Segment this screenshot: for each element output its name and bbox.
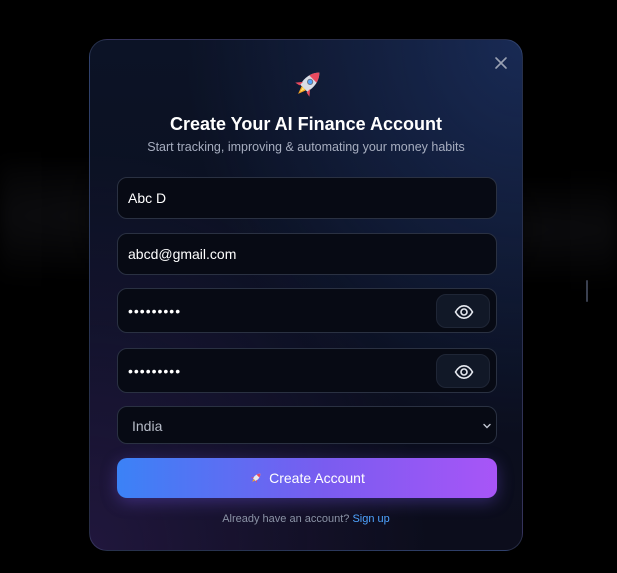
password-field bbox=[117, 288, 497, 333]
name-input[interactable] bbox=[118, 178, 496, 218]
create-account-button[interactable]: Create Account bbox=[117, 458, 497, 498]
close-icon bbox=[495, 57, 507, 69]
country-select[interactable]: India bbox=[117, 406, 497, 444]
signin-prompt: Already have an account? Sign up bbox=[90, 513, 522, 525]
eye-icon bbox=[454, 304, 474, 320]
signup-modal: Create Your AI Finance Account Start tra… bbox=[89, 39, 588, 551]
chevron-down-icon bbox=[483, 423, 491, 429]
email-input[interactable] bbox=[118, 234, 496, 274]
create-account-label: Create Account bbox=[269, 470, 365, 486]
rocket-icon bbox=[295, 72, 320, 97]
close-button[interactable] bbox=[492, 54, 510, 72]
footer-prompt-text: Already have an account? bbox=[222, 513, 350, 525]
page-subtitle: Start tracking, improving & automating y… bbox=[147, 140, 465, 154]
sign-up-link[interactable]: Sign up bbox=[352, 513, 389, 525]
email-field[interactable] bbox=[117, 233, 497, 275]
eye-icon bbox=[454, 364, 474, 380]
page-title: Create Your AI Finance Account bbox=[169, 114, 443, 134]
rocket-icon bbox=[251, 473, 261, 483]
field-scrollbar bbox=[586, 280, 588, 302]
confirm-password-field bbox=[117, 348, 497, 393]
toggle-confirm-password-visibility-button[interactable] bbox=[436, 354, 490, 388]
toggle-password-visibility-button[interactable] bbox=[436, 294, 490, 328]
country-select-value: India bbox=[132, 418, 163, 434]
name-field[interactable] bbox=[117, 177, 497, 219]
